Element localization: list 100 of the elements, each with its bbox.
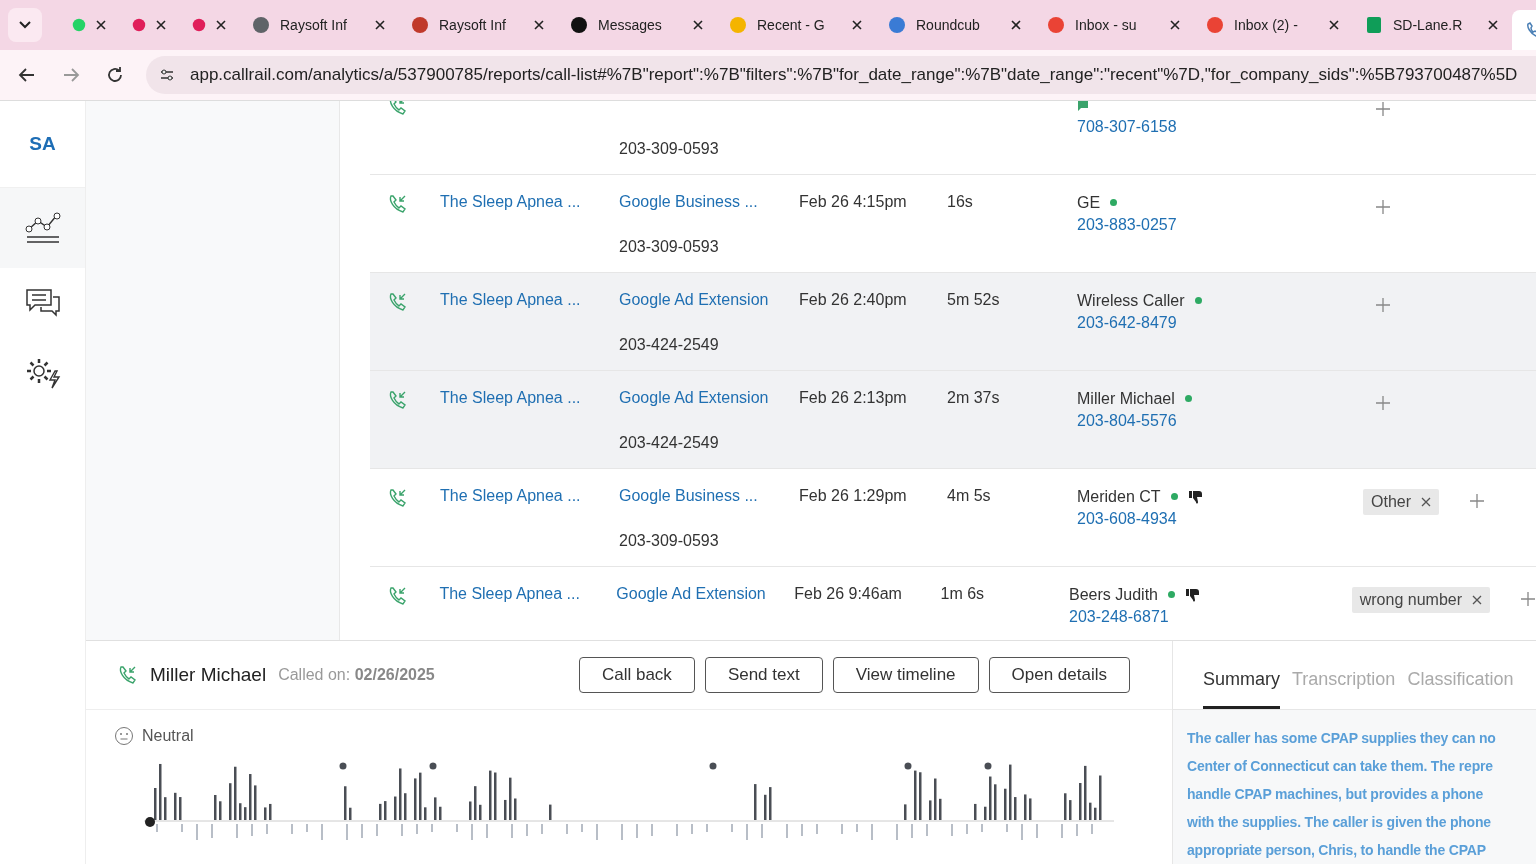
browser-tab[interactable]: SD-Lane.R [1353,5,1510,45]
tab-title: Raysoft Inf [439,17,507,33]
nav-item[interactable] [0,188,85,268]
site-icon [1365,16,1383,34]
call-time: Feb 26 9:46am [794,585,902,602]
tag-chip[interactable]: Other [1363,489,1439,515]
close-icon[interactable] [1011,20,1021,30]
browser-tab[interactable]: Inbox - su [1035,5,1192,45]
source-link[interactable]: Google Ad Extension [616,585,795,604]
call-row[interactable]: The Sleep Apnea ... Google Ad Extension 203-424-2549 Feb 26 2:13pm 2m 37s Miller Michael 203-804-5576 [370,371,1536,469]
chat-icon [24,288,61,318]
caller-name: Beers Judith [1069,585,1158,604]
caller-number-link[interactable]: 203-248-6871 [1069,608,1352,626]
caller-name: Miller Michael [1077,389,1175,408]
browser-tab[interactable]: Roundcub [876,5,1033,45]
tag-chip[interactable]: wrong number [1351,587,1490,613]
tracking-number: 203-309-0593 [619,140,720,158]
caller-name: Meriden CT [1077,487,1161,506]
close-icon[interactable] [1329,20,1339,30]
site-icon [411,16,429,34]
site-icon [570,16,588,34]
status-dot [1170,493,1178,500]
site-icon [729,16,747,34]
sentiment-label: Neutral [142,727,194,745]
action-button[interactable]: Call back [578,657,695,693]
site-icon [192,16,206,34]
caller-number-link[interactable]: 203-883-0257 [1077,216,1363,234]
call-date: Called on: 02/26/2025 [278,666,435,684]
tab-title: Inbox - su [1075,17,1138,33]
tracking-number: 203-309-0593 [619,532,720,550]
tab-title: Recent - G [757,17,826,33]
site-icon [1206,16,1224,34]
tab-search-button[interactable] [8,8,42,42]
call-time: Feb 26 4:15pm [799,193,907,210]
close-icon[interactable] [534,20,544,30]
close-icon[interactable] [375,20,385,30]
call-duration: 2m 37s [947,389,1000,406]
close-icon[interactable] [1488,20,1498,30]
site-icon [132,16,146,34]
close-icon[interactable] [693,20,703,30]
close-icon[interactable] [216,20,226,30]
call-duration: 1m 6s [940,585,985,602]
analytics-icon [24,211,61,245]
caller-number-link[interactable]: 203-642-8479 [1077,314,1363,332]
reload-icon[interactable] [106,66,124,84]
close-icon[interactable] [1170,20,1180,30]
remove-icon[interactable] [1472,595,1482,605]
action-button[interactable]: View timeline [832,657,979,693]
address-bar[interactable]: app.callrail.com/analytics/a/537900785/reports/call-list#%7B"report":%7B"filters":%7B"for_date_range":%7B"date_range":"recent"%7D,"for_company_sids":%5B793700487%5D [146,56,1536,94]
caller-name: GE [1077,193,1101,212]
remove-icon[interactable] [1421,497,1431,507]
company-link[interactable]: The Sleep Apnea ... [440,487,581,504]
source-link[interactable]: Google Business ... [619,193,799,212]
company-link[interactable]: The Sleep Apnea ... [439,585,580,602]
company-link[interactable]: The Sleep Apnea ... [440,291,581,308]
browser-tab[interactable]: Messages [558,5,715,45]
tab-title: Inbox (2) - [1234,17,1299,33]
browser-tab[interactable]: Raysoft Inf [399,5,556,45]
company-link[interactable]: The Sleep Apnea ... [440,193,581,210]
close-icon[interactable] [156,20,166,30]
caller-name: Wireless Caller [1077,291,1185,310]
tab-title: SD-Lane.R [1393,17,1464,33]
forward-icon[interactable] [62,66,80,84]
source-link[interactable]: Google Ad Extension [619,291,799,310]
call-time: Feb 26 2:13pm [799,389,907,406]
site-settings-icon[interactable] [158,66,176,84]
browser-tab[interactable]: Raysoft Inf [240,5,397,45]
caller-number-link[interactable]: 203-608-4934 [1077,510,1363,528]
call-row[interactable]: 203-309-0593 708-307-6158 [370,101,1536,175]
caller-name: Miller Michael [150,664,267,686]
tracking-number: 203-309-0593 [619,238,720,256]
browser-tab[interactable]: Recent - G [717,5,874,45]
neutral-face-icon [114,726,134,746]
back-icon[interactable] [18,66,36,84]
thumbs-down-icon [1184,586,1201,603]
url-text: app.callrail.com/analytics/a/537900785/reports/call-list#%7B"report":%7B"filters":%7B"for_date_range":%7B"date_range":"recent"%7D,"for_company_sids":%5B793700487%5D [190,65,1518,85]
tab-title: Roundcub [916,17,981,33]
source-link[interactable]: Google Business ... [619,487,799,506]
action-button[interactable]: Send text [704,657,823,693]
tracking-number: 203-424-2549 [619,336,720,354]
action-button[interactable]: Open details [988,657,1130,693]
browser-tab[interactable]: Inbox (2) - [1194,5,1351,45]
source-link[interactable]: Google Ad Extension [619,389,799,408]
close-icon[interactable] [96,20,106,30]
close-icon[interactable] [852,20,862,30]
call-row[interactable]: The Sleep Apnea ... Google Business ... 203-309-0593 Feb 26 1:29pm 4m 5s Meriden CT 203-608-4934 Other [370,469,1536,567]
caller-number-link[interactable]: 203-804-5576 [1077,412,1363,430]
tab-title: Raysoft Inf [280,17,348,33]
call-duration: 4m 5s [947,487,991,504]
site-icon [888,16,906,34]
status-dot [1167,591,1175,598]
site-icon [72,16,86,34]
caller-number-link[interactable]: 708-307-6158 [1077,118,1363,136]
call-time: Feb 26 2:40pm [799,291,907,308]
call-row[interactable]: The Sleep Apnea ... Google Ad Extension 203-424-2549 Feb 26 2:40pm 5m 52s Wireless Caller 203-642-8479 [370,273,1536,371]
site-icon [1047,16,1065,34]
status-dot [1184,395,1192,402]
company-link[interactable]: The Sleep Apnea ... [440,389,581,406]
chevron-down-icon [19,21,31,29]
call-summary: The caller has some CPAP supplies they can no Center of Connecticut can take them. The repre handle CPAP machines, but provides a phone with the supplies. The caller is given the phone appropriate person, Chris, to handle the CPAP [1187,729,1497,860]
